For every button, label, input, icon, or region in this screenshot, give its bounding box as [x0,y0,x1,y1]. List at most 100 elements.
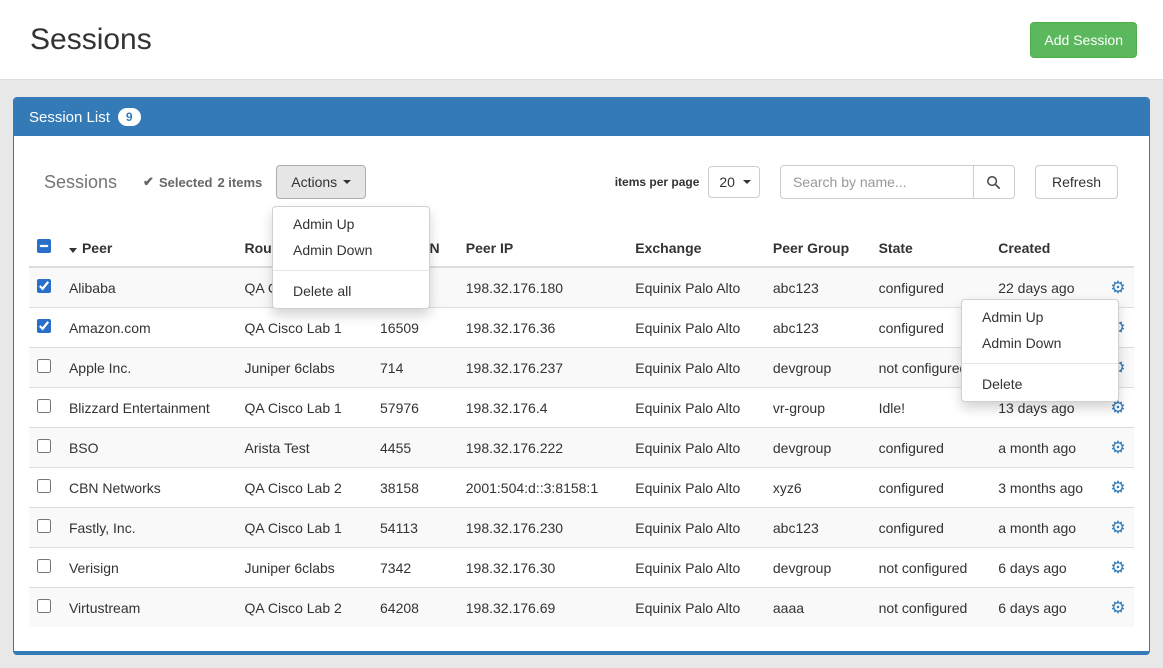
row-actions-gear-icon[interactable]: ⚙ [1110,521,1125,535]
cell-peer: Fastly, Inc. [61,508,237,548]
refresh-button[interactable]: Refresh [1035,165,1118,199]
table-subtitle: Sessions [44,172,117,193]
cell-state: configured [871,428,991,468]
row-menu-admin-up[interactable]: Admin Up [962,304,1118,330]
cell-peer-group: xyz6 [765,468,871,508]
row-menu-delete[interactable]: Delete [962,371,1118,397]
row-actions-gear-icon[interactable]: ⚙ [1110,481,1125,495]
col-header-peer[interactable]: Peer [61,227,237,267]
cell-peer: Amazon.com [61,308,237,348]
row-checkbox[interactable] [37,359,51,373]
selected-count: 2 items [217,175,262,190]
cell-peer-ip: 198.32.176.30 [458,548,628,588]
cell-peer: CBN Networks [61,468,237,508]
cell-router: QA Cisco Lab 1 [237,388,372,428]
cell-asn: 16509 [372,308,458,348]
table-header-row: Peer Router ASN Peer IP Exchange Peer Gr… [29,227,1134,267]
actions-menu-delete-all[interactable]: Delete all [273,278,429,304]
cell-asn: 7342 [372,548,458,588]
cell-router: Juniper 6clabs [237,348,372,388]
search-button[interactable] [973,165,1015,199]
cell-router: QA Cisco Lab 1 [237,508,372,548]
col-header-created[interactable]: Created [990,227,1102,267]
cell-peer-group: abc123 [765,308,871,348]
col-header-peer-label: Peer [82,240,112,256]
cell-peer-group: abc123 [765,508,871,548]
table-row: Verisign Juniper 6clabs 7342 198.32.176.… [29,548,1134,588]
cell-peer-group: abc123 [765,267,871,308]
cell-asn: 57976 [372,388,458,428]
cell-exchange: Equinix Palo Alto [627,348,765,388]
actions-menu-admin-down[interactable]: Admin Down [273,237,429,263]
sessions-table: Peer Router ASN Peer IP Exchange Peer Gr… [29,227,1134,627]
cell-peer-group: vr-group [765,388,871,428]
cell-state: configured [871,508,991,548]
cell-peer-ip: 198.32.176.230 [458,508,628,548]
table-row: Virtustream QA Cisco Lab 2 64208 198.32.… [29,588,1134,628]
row-checkbox[interactable] [37,439,51,453]
cell-peer: BSO [61,428,237,468]
cell-exchange: Equinix Palo Alto [627,468,765,508]
session-count-badge: 9 [118,108,141,126]
cell-exchange: Equinix Palo Alto [627,267,765,308]
cell-peer-ip: 198.32.176.69 [458,588,628,628]
row-actions-gear-icon[interactable]: ⚙ [1110,441,1125,455]
row-checkbox[interactable] [37,559,51,573]
col-header-exchange[interactable]: Exchange [627,227,765,267]
caret-down-icon [343,180,351,184]
cell-asn: 38158 [372,468,458,508]
row-checkbox[interactable] [37,319,51,333]
cell-peer-group: aaaa [765,588,871,628]
selection-summary: ✔ Selected 2 items [143,174,262,190]
row-checkbox[interactable] [37,519,51,533]
row-menu-admin-down[interactable]: Admin Down [962,330,1118,356]
search-group [780,165,1015,199]
cell-peer-ip: 198.32.176.4 [458,388,628,428]
add-session-button[interactable]: Add Session [1030,22,1137,58]
selected-label: Selected [159,175,212,190]
cell-peer-group: devgroup [765,428,871,468]
row-actions-gear-icon[interactable]: ⚙ [1110,601,1125,615]
search-input[interactable] [780,165,974,199]
cell-peer: Apple Inc. [61,348,237,388]
row-actions-gear-icon[interactable]: ⚙ [1110,401,1125,415]
toolbar-right: items per page 20 Refresh [615,165,1134,199]
cell-peer-group: devgroup [765,348,871,388]
col-header-state[interactable]: State [871,227,991,267]
panel-heading: Session List 9 [14,98,1149,136]
cell-exchange: Equinix Palo Alto [627,388,765,428]
row-checkbox[interactable] [37,399,51,413]
cell-peer: Blizzard Entertainment [61,388,237,428]
cell-peer-ip: 198.32.176.36 [458,308,628,348]
cell-peer: Verisign [61,548,237,588]
col-header-peer-ip[interactable]: Peer IP [458,227,628,267]
cell-asn: 714 [372,348,458,388]
cell-peer: Alibaba [61,267,237,308]
cell-peer: Virtustream [61,588,237,628]
cell-exchange: Equinix Palo Alto [627,428,765,468]
items-per-page-select[interactable]: 20 [708,166,760,198]
row-actions-gear-icon[interactable]: ⚙ [1110,281,1125,295]
cell-router: QA Cisco Lab 2 [237,588,372,628]
row-actions-gear-icon[interactable]: ⚙ [1110,561,1125,575]
row-checkbox[interactable] [37,479,51,493]
cell-asn: 54113 [372,508,458,548]
cell-router: QA Cisco Lab 2 [237,468,372,508]
cell-created: 6 days ago [990,588,1102,628]
caret-down-icon [743,180,751,184]
menu-divider [962,363,1118,364]
cell-created: a month ago [990,508,1102,548]
table-toolbar: Sessions ✔ Selected 2 items Actions item… [29,165,1134,199]
page-title: Sessions [30,23,152,57]
actions-menu-admin-up[interactable]: Admin Up [273,211,429,237]
actions-dropdown-button[interactable]: Actions [276,165,366,199]
select-all-checkbox[interactable] [37,239,51,253]
menu-divider [273,270,429,271]
row-checkbox[interactable] [37,279,51,293]
col-header-peer-group[interactable]: Peer Group [765,227,871,267]
cell-state: not configured [871,588,991,628]
cell-created: 6 days ago [990,548,1102,588]
row-checkbox[interactable] [37,599,51,613]
cell-exchange: Equinix Palo Alto [627,548,765,588]
cell-peer-ip: 198.32.176.180 [458,267,628,308]
